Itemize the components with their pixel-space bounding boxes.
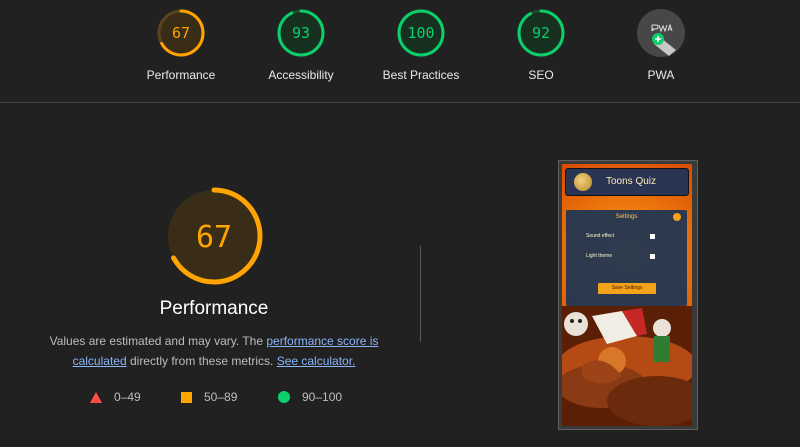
- app-title: Toons Quiz: [606, 176, 657, 187]
- performance-main-gauge: 67: [165, 187, 263, 285]
- final-screenshot: Toons Quiz Settings Sound effect Light t…: [562, 164, 692, 426]
- score-gauge-seo[interactable]: 92 SEO: [491, 8, 591, 82]
- performance-score: 67: [172, 24, 190, 42]
- accessibility-score: 93: [292, 24, 310, 42]
- performance-title: Performance: [159, 298, 269, 319]
- final-screenshot-frame[interactable]: Toons Quiz Settings Sound effect Light t…: [558, 160, 698, 430]
- legend-fail: 0–49: [90, 390, 141, 404]
- save-settings-button: Save Settings: [598, 283, 656, 294]
- category-scores-bar: 67 Performance 93 Accessibility 100 Best…: [0, 0, 800, 103]
- legend-average: 50–89: [181, 390, 237, 404]
- score-gauge-best-practices[interactable]: 100 Best Practices: [371, 8, 471, 82]
- settings-panel: Settings Sound effect Light theme Save S…: [566, 210, 687, 306]
- settings-title: Settings: [615, 214, 638, 220]
- pwa-badge-icon: [637, 9, 685, 57]
- seo-gauge-ring: 92: [517, 9, 565, 57]
- score-gauge-pwa[interactable]: PWA: [611, 8, 711, 82]
- performance-main-score: 67: [196, 220, 232, 255]
- pass-circle-icon: [278, 391, 290, 403]
- legend-pass: 90–100: [278, 390, 342, 404]
- sound-effect-checkbox: [650, 234, 655, 239]
- seo-label: SEO: [528, 68, 554, 82]
- score-gauge-performance[interactable]: 67 Performance: [131, 8, 231, 82]
- legend-range: 0–49: [114, 390, 141, 404]
- score-gauge-accessibility[interactable]: 93 Accessibility: [251, 8, 351, 82]
- best-practices-gauge-ring: 100: [397, 9, 445, 57]
- performance-label: Performance: [146, 68, 216, 82]
- power-icon: [673, 213, 681, 221]
- app-header: Toons Quiz: [565, 168, 689, 196]
- legend-range: 90–100: [302, 390, 343, 404]
- light-theme-checkbox: [650, 254, 655, 259]
- performance-description: Values are estimated and may vary. The p…: [40, 331, 388, 371]
- best-practices-label: Best Practices: [382, 68, 460, 82]
- see-calculator-link[interactable]: See calculator.: [277, 354, 356, 368]
- description-text: Values are estimated and may vary. The: [49, 334, 267, 348]
- cartoon-scene-illustration: [562, 306, 692, 426]
- coin-icon: [574, 173, 592, 191]
- light-theme-label: Light theme: [586, 253, 613, 259]
- legend-range: 50–89: [204, 390, 238, 404]
- pwa-label: PWA: [647, 68, 675, 82]
- sound-effect-label: Sound effect: [586, 233, 614, 239]
- fail-triangle-icon: [90, 391, 102, 403]
- performance-gauge-ring: 67: [157, 9, 205, 57]
- average-square-icon: [181, 391, 192, 403]
- best-practices-score: 100: [407, 24, 434, 42]
- accessibility-label: Accessibility: [268, 68, 334, 82]
- seo-score: 92: [532, 24, 550, 42]
- accessibility-gauge-ring: 93: [277, 9, 325, 57]
- vertical-divider: [420, 246, 421, 342]
- description-text: directly from these metrics.: [126, 354, 277, 368]
